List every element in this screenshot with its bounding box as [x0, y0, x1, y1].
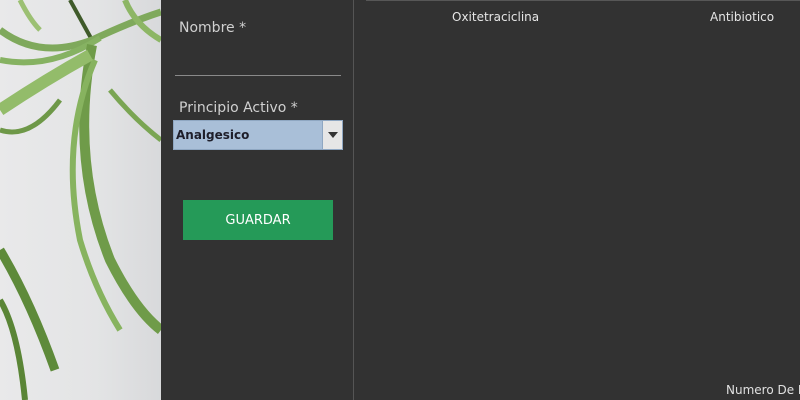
- product-form: Nombre * Principio Activo * Analgesico G…: [161, 0, 353, 400]
- chevron-down-icon: [327, 132, 338, 138]
- name-label: Nombre *: [179, 20, 247, 36]
- active-ingredient-label: Principio Activo *: [179, 100, 298, 116]
- dropdown-arrow-button[interactable]: [323, 121, 342, 149]
- save-button[interactable]: GUARDAR: [183, 200, 333, 240]
- active-ingredient-selected-value: Analgesico: [174, 121, 323, 149]
- table-cell-type: Antibiotico: [710, 10, 775, 24]
- panel-divider: [353, 0, 354, 400]
- plant-photo: [0, 0, 161, 400]
- active-ingredient-select[interactable]: Analgesico: [173, 120, 343, 150]
- name-input[interactable]: [175, 42, 341, 76]
- table-cell-name: Oxitetraciclina: [452, 10, 540, 24]
- registration-number-label: Numero De R: [726, 383, 800, 397]
- plant-leaves-image: [0, 0, 161, 400]
- table-top-border: [366, 0, 800, 1]
